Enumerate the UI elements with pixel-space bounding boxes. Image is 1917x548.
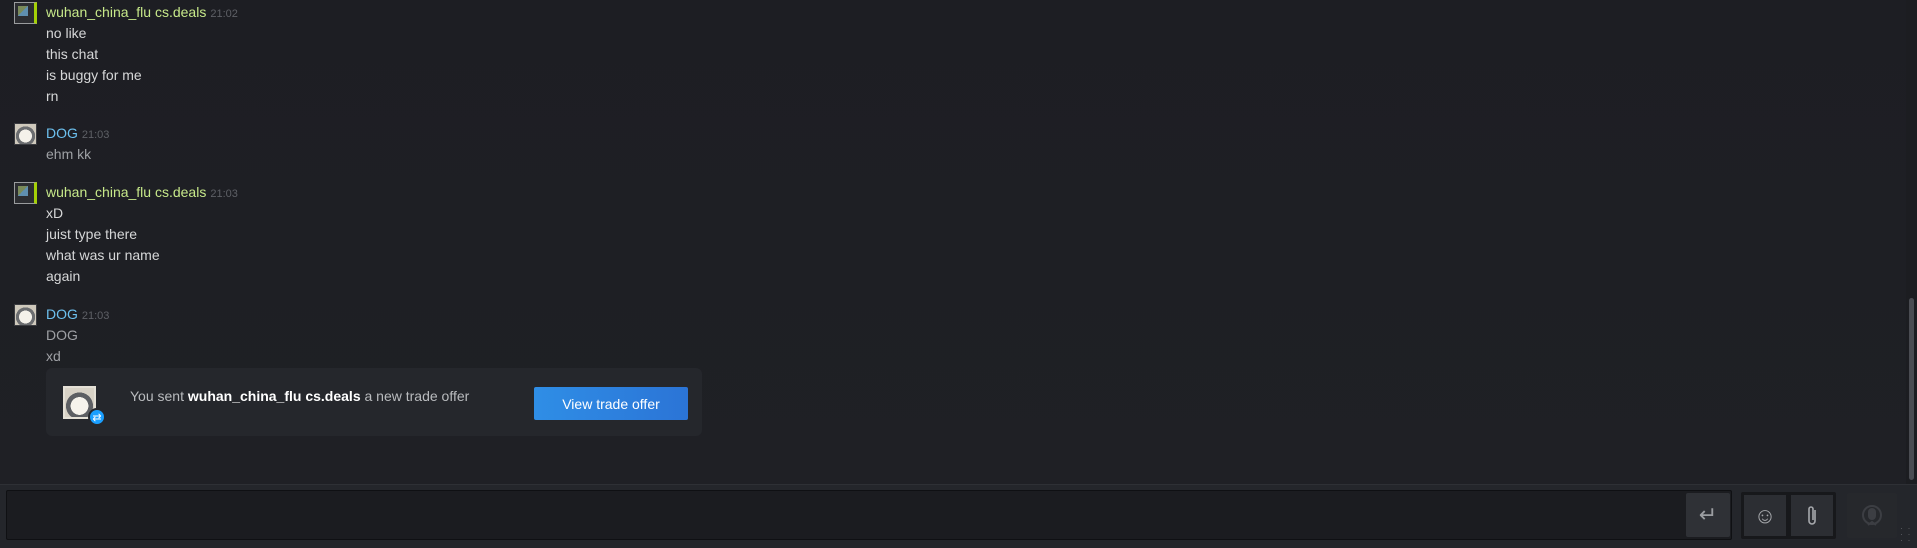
message-line: ehm kk bbox=[46, 146, 92, 162]
trade-offer-prefix: You sent bbox=[130, 388, 184, 404]
self-avatar[interactable] bbox=[14, 304, 37, 326]
chat-text-input[interactable] bbox=[6, 490, 1732, 540]
message-lines: ehm kk bbox=[46, 144, 91, 165]
author-name[interactable]: wuhan_china_flu cs.deals bbox=[46, 4, 206, 20]
author-name[interactable]: DOG bbox=[46, 306, 78, 322]
self-avatar[interactable] bbox=[14, 123, 37, 145]
trade-offer-suffix: a new trade offer bbox=[364, 388, 470, 404]
chat-log: wuhan_china_flu cs.deals 21:02 no like th… bbox=[0, 0, 1906, 484]
message-lines: DOG xd bbox=[46, 325, 78, 367]
resize-grip-icon[interactable]: · · · · · · bbox=[1900, 524, 1914, 545]
scrollbar-thumb[interactable] bbox=[1909, 298, 1914, 480]
message-line: what was ur name bbox=[46, 247, 160, 263]
message-line: juist type there bbox=[46, 226, 138, 242]
message-header: DOG 21:03 bbox=[46, 123, 109, 145]
message-line: xD bbox=[46, 205, 64, 221]
friend-avatar[interactable] bbox=[14, 182, 37, 204]
message-timestamp: 21:03 bbox=[81, 310, 110, 322]
send-icon[interactable]: ↵ bbox=[1686, 493, 1730, 537]
message-line: no like bbox=[46, 25, 87, 41]
trade-offer-recipient: wuhan_china_flu cs.deals bbox=[187, 388, 361, 404]
paperclip-icon[interactable] bbox=[1791, 495, 1833, 536]
message-line: xd bbox=[46, 348, 61, 364]
chat-input-bar: ↵ ☺ · · · · · · bbox=[0, 484, 1917, 548]
chat-scrollbar[interactable] bbox=[1906, 0, 1917, 484]
message-line: again bbox=[46, 268, 81, 284]
author-name[interactable]: DOG bbox=[46, 125, 78, 141]
message-lines: xD juist type there what was ur name aga… bbox=[46, 203, 160, 287]
message-timestamp: 21:03 bbox=[81, 129, 110, 141]
message-line: rn bbox=[46, 88, 59, 104]
message-line: DOG bbox=[46, 327, 78, 343]
message-timestamp: 21:03 bbox=[210, 188, 238, 200]
message-line: is buggy for me bbox=[46, 67, 142, 83]
message-line: this chat bbox=[46, 46, 99, 62]
message-header: wuhan_china_flu cs.deals 21:03 bbox=[46, 182, 238, 204]
author-name[interactable]: wuhan_china_flu cs.deals bbox=[46, 184, 206, 200]
trade-offer-icon: ⇄ bbox=[88, 408, 106, 426]
trade-offer-card: ⇄ You sent wuhan_china_flu cs.deals a ne… bbox=[46, 368, 702, 436]
message-header: DOG 21:03 bbox=[46, 304, 109, 326]
message-header: wuhan_china_flu cs.deals 21:02 bbox=[46, 2, 238, 24]
chat-tools: ☺ bbox=[1741, 492, 1836, 539]
message-timestamp: 21:02 bbox=[210, 8, 238, 20]
friend-avatar[interactable] bbox=[14, 2, 37, 24]
view-trade-offer-button[interactable]: View trade offer bbox=[534, 387, 688, 420]
trade-offer-text: You sent wuhan_china_flu cs.deals a new … bbox=[130, 386, 469, 406]
microphone-icon[interactable] bbox=[1847, 493, 1897, 538]
message-lines: no like this chat is buggy for me rn bbox=[46, 23, 142, 107]
emoji-icon[interactable]: ☺ bbox=[1744, 495, 1786, 536]
